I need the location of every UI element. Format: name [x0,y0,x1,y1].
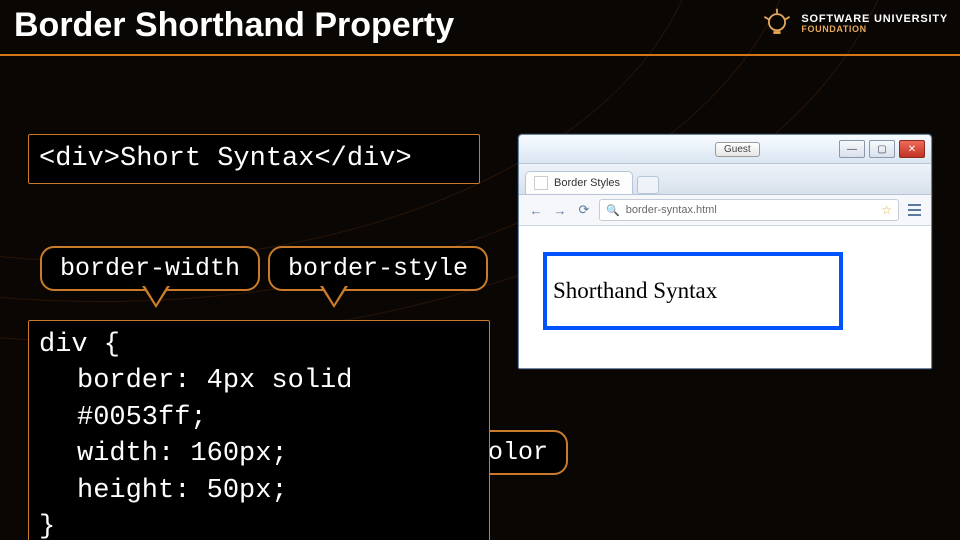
html-code: <div>Short Syntax</div> [39,144,412,174]
html-code-box: <div>Short Syntax</div> [28,134,480,184]
url-text: border-syntax.html [626,204,717,216]
callout-border-width: border-width [40,246,260,291]
css-line: } [39,509,479,540]
css-line: width: 160px; [39,436,479,472]
callout-text: border-style [288,254,468,283]
tab-border-styles[interactable]: Border Styles [525,171,633,194]
new-tab-button[interactable] [637,176,659,194]
tab-title: Border Styles [554,177,620,189]
css-line: div { [39,327,479,363]
css-line: border: 4px solid #0053ff; [39,363,479,436]
minimize-button[interactable]: — [839,140,865,158]
css-code-box: div { border: 4px solid #0053ff; width: … [28,320,490,540]
bookmark-icon[interactable]: ☆ [881,203,892,217]
hamburger-icon[interactable] [905,201,923,219]
browser-viewport: Shorthand Syntax [519,226,931,368]
browser-titlebar: Guest — ▢ ✕ [519,135,931,164]
favicon-icon [534,176,548,190]
logo: SOFTWARE UNIVERSITY FOUNDATION [759,6,948,42]
search-icon: 🔍 [606,204,620,217]
guest-badge: Guest [715,142,760,157]
browser-tabstrip: Border Styles [519,164,931,195]
slide-title: Border Shorthand Property [14,6,454,45]
title-underline [0,54,960,56]
reload-button[interactable]: ⟳ [575,201,593,219]
close-button[interactable]: ✕ [899,140,925,158]
forward-button[interactable]: → [551,201,569,219]
back-button[interactable]: ← [527,201,545,219]
demo-div: Shorthand Syntax [543,252,843,330]
browser-toolbar: ← → ⟳ 🔍 border-syntax.html ☆ [519,195,931,226]
lightbulb-icon [759,6,795,42]
maximize-button[interactable]: ▢ [869,140,895,158]
browser-window: Guest — ▢ ✕ Border Styles ← → ⟳ 🔍 border… [518,134,932,369]
demo-text: Shorthand Syntax [553,278,717,304]
logo-line2: FOUNDATION [801,25,948,34]
callout-border-style: border-style [268,246,488,291]
url-field[interactable]: 🔍 border-syntax.html ☆ [599,199,899,221]
css-line: height: 50px; [39,473,479,509]
callout-text: border-width [60,254,240,283]
